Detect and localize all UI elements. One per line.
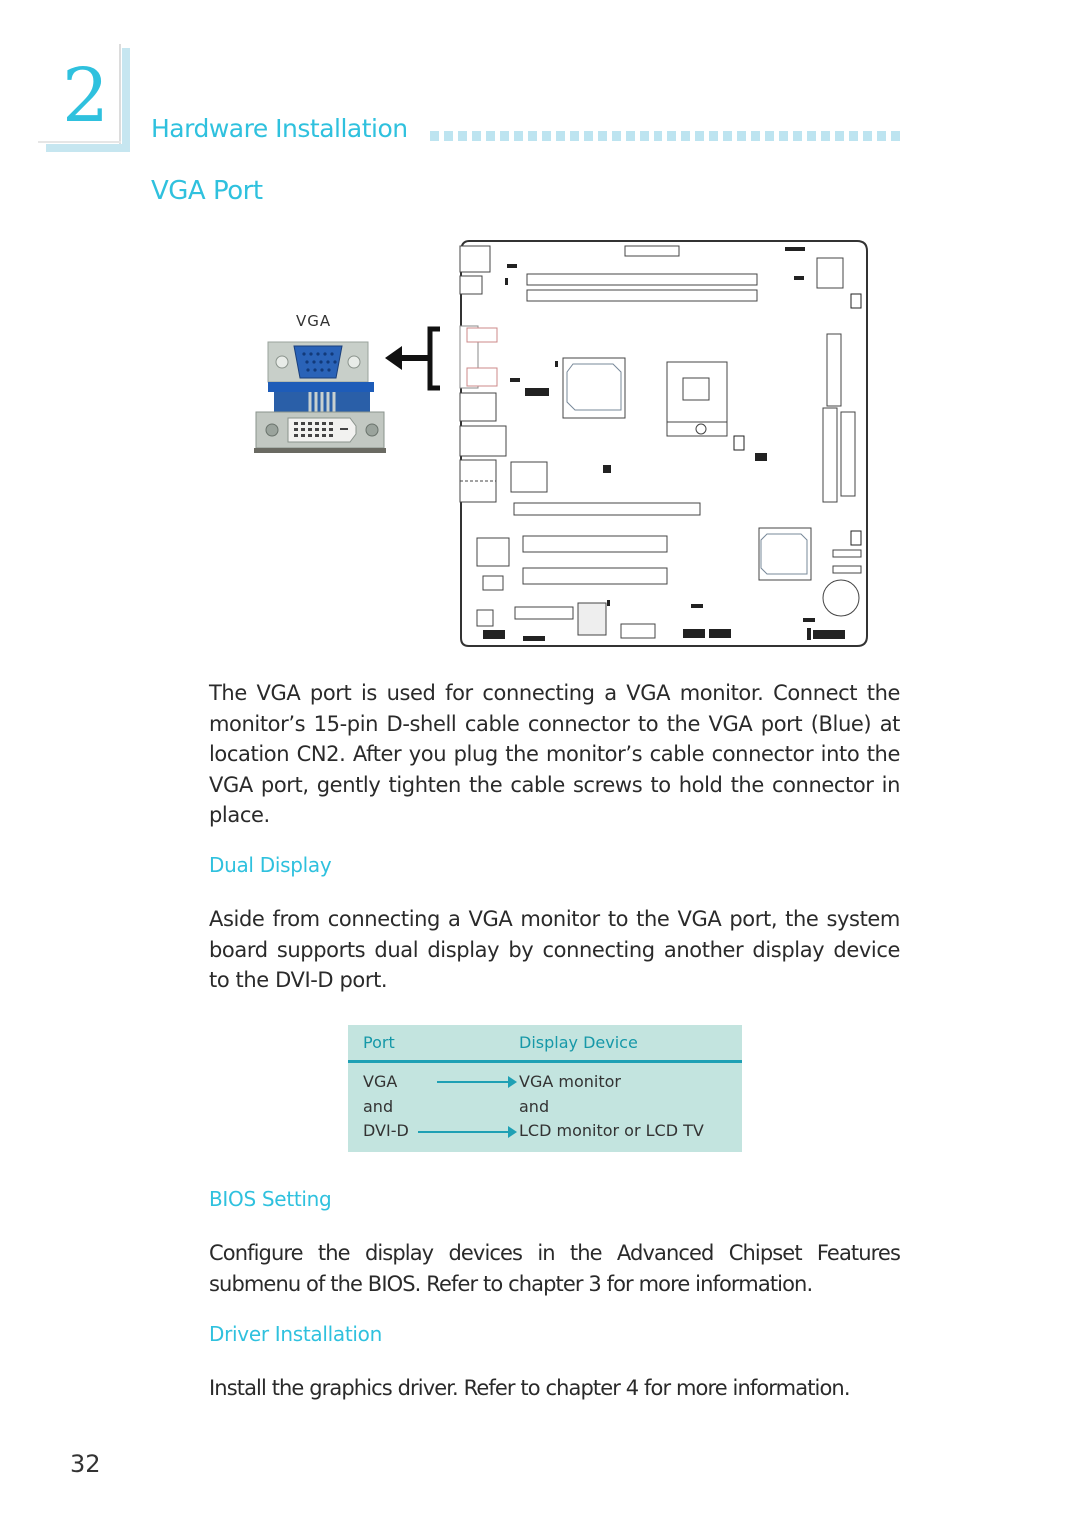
chapter-number: 2 [62,53,110,139]
pci-slot-2 [522,567,668,585]
chapter-title: Hardware Installation [151,114,408,143]
leader-dot [695,131,705,141]
usb-lan-port [459,425,507,457]
arrow-line [418,1131,509,1133]
com-header [620,623,656,639]
leader-dot [443,131,453,141]
ps2-port [459,245,491,273]
table-header-port: Port [363,1033,395,1052]
leader-dot [639,131,649,141]
header-top [624,245,680,257]
leader-dot [849,131,859,141]
ide-connector-2 [840,411,856,497]
bios-chip [577,602,607,636]
leader-dot [737,131,747,141]
leader-dot [890,131,900,141]
leader-dot [499,131,509,141]
port-display-table: Port Display Device VGA VGA monitor and … [348,1025,742,1152]
board-outline [460,240,868,647]
sata-2 [832,565,862,574]
usb-header [525,388,549,396]
leader-dot [485,131,495,141]
leader-dot [751,131,761,141]
page-number: 32 [70,1450,101,1478]
leader-dot [471,131,481,141]
atx-power-connector [826,333,842,407]
intro-paragraph: The VGA port is used for connecting a VG… [209,681,900,827]
chapter-marker-shadow [122,48,130,152]
arrow-right-icon [508,1076,517,1088]
usb-port [459,275,483,295]
leader-dot [541,131,551,141]
leader-dot [457,131,467,141]
arrow-right-icon [508,1126,517,1138]
dual-display-paragraph: Aside from connecting a VGA monitor to t… [209,907,900,992]
leader-dot [513,131,523,141]
leader-dot [863,131,872,141]
bios-setting-paragraph: Configure the display devices in the Adv… [209,1241,901,1296]
row-device: and [519,1097,550,1116]
leader-dot [765,131,775,141]
header-dot-leader [430,131,900,143]
bios-setting-heading: BIOS Setting [209,1187,332,1211]
row-device: LCD monitor or LCD TV [519,1121,704,1140]
row-device: VGA monitor [519,1072,621,1091]
driver-installation-paragraph: Install the graphics driver. Refer to ch… [209,1376,851,1400]
lan-chip [476,537,510,567]
dual-display-heading: Dual Display [209,853,332,877]
audio-codec-chip [510,461,548,493]
ide-connector-1 [822,407,838,503]
arrow-line [437,1081,509,1083]
leader-dot [835,131,845,141]
lan-port [459,392,497,422]
leader-dot [583,131,593,141]
leader-dot [611,131,621,141]
leader-dot [555,131,565,141]
mini-slot [514,606,574,620]
leader-dot [821,131,831,141]
vga-dvi-connector-illustration [254,341,386,453]
leader-dot [625,131,635,141]
super-io-chip [816,257,844,289]
dimm-slot-2 [526,289,758,302]
chapter-marker-line [119,44,121,144]
section-title: VGA Port [151,176,263,206]
leader-dot [527,131,537,141]
leader-dot [807,131,817,141]
pointer-arrow [385,326,440,391]
table-header-divider [348,1060,742,1063]
table-header-device: Display Device [519,1033,638,1052]
chapter-marker-shadow [46,144,130,152]
fan-header [482,575,504,591]
cmos-battery [822,579,860,617]
leader-dot [779,131,789,141]
leader-dot [653,131,663,141]
pci-slot-1 [522,535,668,553]
leader-dot [709,131,719,141]
leader-dot [723,131,733,141]
row-port: VGA [363,1072,398,1091]
leader-dot [430,131,439,141]
motherboard-diagram [459,240,868,647]
pcie-slot [513,502,701,516]
vga-connector-label: VGA [296,312,332,330]
row-port: DVI-D [363,1121,409,1140]
row-port: and [363,1097,394,1116]
leader-dot [569,131,579,141]
leader-dot [793,131,803,141]
leader-dot [667,131,677,141]
leader-dot [681,131,691,141]
sata-1 [832,549,862,558]
small-chip [476,609,494,627]
driver-installation-heading: Driver Installation [209,1322,382,1346]
leader-dot [597,131,607,141]
dimm-slot-1 [526,273,758,286]
leader-dot [877,131,886,141]
front-panel-header [483,630,505,639]
chapter-marker-line [38,141,121,143]
